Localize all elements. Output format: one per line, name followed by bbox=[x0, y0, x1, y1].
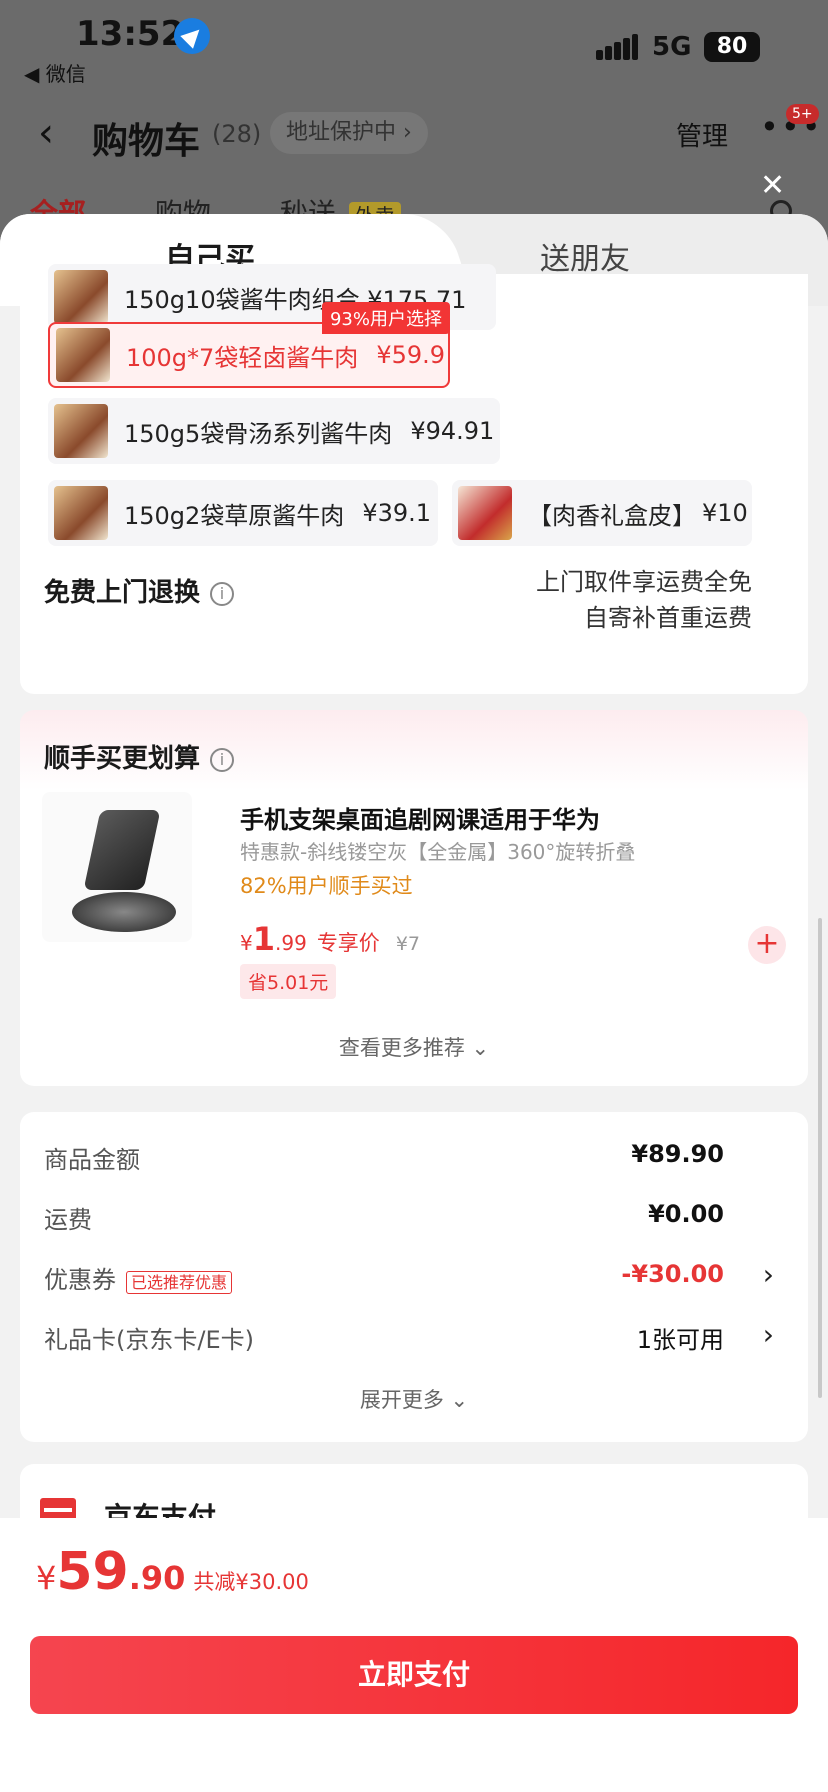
upsell-card: 顺手买更划算 i 手机支架桌面追剧网课适用于华为 特惠款-斜线镂空灰【全金属】36… bbox=[20, 710, 808, 1086]
original-price: ¥7 bbox=[395, 933, 420, 955]
upsell-price: ¥1.99 专享价 ¥7 bbox=[240, 920, 420, 958]
signal-icon bbox=[596, 34, 638, 60]
product-thumbnail bbox=[56, 328, 110, 382]
status-bar: 13:52 ◀ 微信 5G 80 bbox=[0, 0, 828, 86]
spec-option-label: 150g5袋骨汤系列酱牛肉 bbox=[124, 419, 393, 448]
price-summary-card: 商品金额 ¥89.90 运费 ¥0.00 优惠券 已选推荐优惠 -¥30.00 ›… bbox=[20, 1112, 808, 1442]
checkout-bottom-bar: ¥59.90 共减¥30.00 立即支付 bbox=[0, 1518, 828, 1792]
spec-option-label: 150g2袋草原酱牛肉 bbox=[124, 501, 345, 530]
cart-title: 购物车 bbox=[92, 121, 201, 162]
battery-icon: 80 bbox=[704, 32, 760, 62]
spec-option-price: ¥59.9 bbox=[376, 341, 446, 369]
pay-now-button[interactable]: 立即支付 bbox=[30, 1636, 798, 1714]
spec-option[interactable]: 150g2袋草原酱牛肉 ¥39.1 bbox=[48, 480, 438, 546]
product-thumbnail bbox=[54, 270, 108, 324]
total-discount: 共减¥30.00 bbox=[193, 1570, 309, 1594]
gift-box-thumbnail bbox=[458, 486, 512, 540]
giftcard-row[interactable]: 礼品卡(京东卡/E卡) 1张可用 › bbox=[44, 1318, 784, 1360]
upsell-product-spec: 特惠款-斜线镂空灰【全金属】360°旋转折叠 bbox=[240, 840, 636, 864]
chevron-right-icon: › bbox=[762, 1258, 774, 1291]
return-note: 上门取件享运费全免 自寄补首重运费 bbox=[536, 568, 752, 632]
spec-option[interactable]: 150g5袋骨汤系列酱牛肉 ¥94.91 bbox=[48, 398, 500, 464]
spec-option-price: ¥10 bbox=[702, 499, 748, 527]
network-type: 5G bbox=[652, 32, 692, 62]
spec-option-price: ¥39.1 bbox=[362, 499, 432, 527]
free-return-title: 免费上门退换 i bbox=[44, 572, 235, 609]
goods-amount-row: 商品金额 ¥89.90 bbox=[44, 1140, 724, 1174]
coupon-tag: 已选推荐优惠 bbox=[126, 1271, 233, 1294]
spec-option-label: 【肉香礼盒皮】 bbox=[528, 501, 696, 530]
cart-count: (28) bbox=[212, 120, 262, 148]
cart-nav-bar: ‹ 购物车 (28) 地址保护中 › 管理 ••• 5+ bbox=[0, 100, 828, 170]
spec-option-label: 100g*7袋轻卤酱牛肉 bbox=[126, 343, 359, 372]
savings-badge: 省5.01元 bbox=[240, 964, 337, 999]
spec-option-selected[interactable]: 100g*7袋轻卤酱牛肉 ¥59.9 93%用户选择 bbox=[48, 302, 450, 388]
coupon-row[interactable]: 优惠券 已选推荐优惠 -¥30.00 › bbox=[44, 1258, 784, 1300]
product-thumbnail bbox=[54, 486, 108, 540]
status-time: 13:52 bbox=[76, 14, 185, 54]
info-icon[interactable]: i bbox=[210, 747, 235, 772]
message-badge: 5+ bbox=[786, 104, 819, 124]
info-icon[interactable]: i bbox=[210, 581, 235, 606]
popular-choice-badge: 93%用户选择 bbox=[321, 302, 450, 334]
back-to-app-link[interactable]: ◀ 微信 bbox=[24, 58, 86, 87]
product-thumbnail bbox=[54, 404, 108, 458]
spec-card: 150g10袋酱牛肉组合 ¥175.71 100g*7袋轻卤酱牛肉 ¥59.9 … bbox=[20, 264, 808, 694]
upsell-popularity: 82%用户顺手买过 bbox=[240, 874, 413, 898]
back-icon[interactable]: ‹ bbox=[38, 110, 54, 156]
spec-option[interactable]: 【肉香礼盒皮】 ¥10 bbox=[452, 480, 752, 546]
spec-option-price: ¥94.91 bbox=[410, 417, 495, 445]
address-protect-pill[interactable]: 地址保护中 › bbox=[270, 112, 428, 154]
location-icon bbox=[174, 18, 210, 54]
chevron-right-icon: › bbox=[762, 1318, 774, 1351]
add-to-order-button[interactable]: + bbox=[748, 926, 786, 964]
upsell-heading: 顺手买更划算 i bbox=[44, 738, 235, 775]
see-more-recommendations[interactable]: 查看更多推荐 ⌄ bbox=[20, 1032, 808, 1062]
total-price: ¥59.90 共减¥30.00 bbox=[36, 1542, 309, 1602]
expand-more-button[interactable]: 展开更多 ⌄ bbox=[20, 1384, 808, 1414]
close-icon[interactable]: ✕ bbox=[760, 168, 785, 203]
manage-button[interactable]: 管理 bbox=[676, 116, 728, 153]
phone-stand-image[interactable] bbox=[42, 792, 192, 942]
freight-row: 运费 ¥0.00 bbox=[44, 1200, 724, 1234]
scrollbar[interactable] bbox=[818, 918, 822, 1398]
upsell-product-title[interactable]: 手机支架桌面追剧网课适用于华为 bbox=[240, 800, 600, 835]
